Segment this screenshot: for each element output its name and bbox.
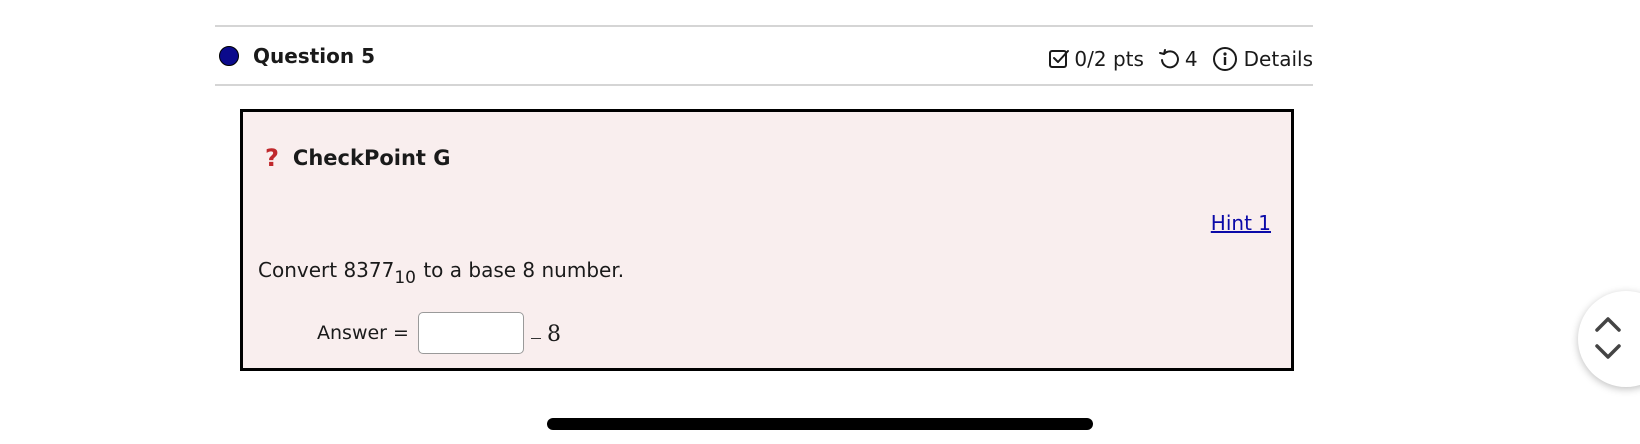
question-status-dot — [219, 45, 239, 66]
answer-input[interactable] — [417, 312, 524, 354]
question-title-group: Question 5 — [215, 44, 375, 68]
home-indicator-bar[interactable] — [547, 418, 1093, 430]
question-title: Question 5 — [253, 43, 375, 68]
attempts-count: 4 — [1184, 46, 1198, 71]
retry-icon — [1158, 48, 1179, 68]
answer-label: Answer = — [317, 322, 409, 344]
chevron-up-icon[interactable] — [1594, 315, 1622, 333]
header-bottom-divider — [215, 84, 1313, 86]
question-panel: ? CheckPoint G Hint 1 Convert 837710 to … — [240, 109, 1294, 371]
prompt-base-subscript: 10 — [394, 268, 416, 288]
checkbox-icon — [1049, 49, 1070, 68]
points-text: 0/2 pts — [1074, 46, 1144, 71]
answer-base-label: 8 — [530, 321, 561, 347]
question-mark-icon: ? — [265, 144, 279, 172]
details-label: Details — [1243, 46, 1313, 71]
prompt-number: Convert 8377 — [258, 258, 395, 282]
panel-title: CheckPoint G — [292, 146, 451, 170]
info-icon — [1212, 46, 1237, 71]
answer-row: Answer = 8 — [317, 312, 561, 354]
panel-title-group: ? CheckPoint G — [265, 144, 451, 172]
answer-base-value: 8 — [546, 321, 561, 347]
scroll-nav-bubble[interactable] — [1578, 291, 1640, 387]
question-header: Question 5 0/2 pts 4 Details — [215, 27, 1313, 84]
hint-link[interactable]: Hint 1 — [1211, 211, 1271, 235]
points-indicator: 0/2 pts — [1048, 47, 1144, 71]
details-button[interactable]: Details — [1212, 46, 1313, 72]
attempts-indicator: 4 — [1158, 47, 1198, 71]
question-prompt: Convert 837710 to a base 8 number. — [258, 258, 624, 288]
chevron-down-icon[interactable] — [1594, 343, 1622, 361]
question-meta: 0/2 pts 4 Details — [1048, 46, 1313, 72]
prompt-suffix: to a base 8 number. — [416, 258, 625, 282]
